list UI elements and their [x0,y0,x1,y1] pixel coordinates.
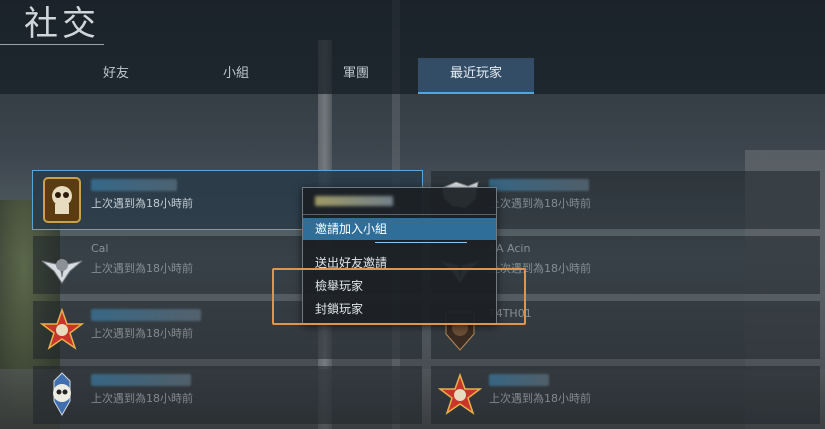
last-seen-text: 上次遇到為18小時前 [489,197,591,210]
star-emblem-icon [437,370,483,420]
skull-emblem-icon [39,175,85,225]
invite-to-party-item[interactable]: 邀請加入小組 [303,218,496,243]
player-name: Cal [91,242,109,255]
tab-party[interactable]: 小組 [196,58,276,92]
tab-recent-players[interactable]: 最近玩家 [418,58,534,94]
annotation-highlight-box [272,268,526,325]
context-menu-header [303,188,496,215]
tab-friends[interactable]: 好友 [76,58,156,92]
player-name-redacted [91,309,201,321]
player-name-redacted [91,179,177,191]
last-seen-text: 上次遇到為18小時前 [489,392,591,405]
last-seen-text: 上次遇到為18小時前 [91,262,193,275]
player-card[interactable]: 上次遇到為18小時前 [431,366,820,424]
player-name-redacted [315,196,393,206]
skull-knife-emblem-icon [39,370,85,420]
tab-bar: 好友 小組 軍團 最近玩家 [0,58,825,94]
player-name-redacted [489,179,589,191]
player-card[interactable]: 上次遇到為18小時前 [33,366,422,424]
wings-emblem-icon [39,240,85,290]
star-emblem-icon [39,305,85,355]
player-name-redacted [91,374,191,386]
player-name-redacted [489,374,549,386]
tab-clan[interactable]: 軍團 [316,58,396,92]
page-title: 社交 [24,4,100,44]
header-bar: 社交 好友 小組 軍團 最近玩家 [0,0,825,94]
title-underline [0,44,104,45]
last-seen-text: 上次遇到為18小時前 [91,392,193,405]
last-seen-text: 上次遇到為18小時前 [91,327,193,340]
last-seen-text: 上次遇到為18小時前 [91,197,193,210]
